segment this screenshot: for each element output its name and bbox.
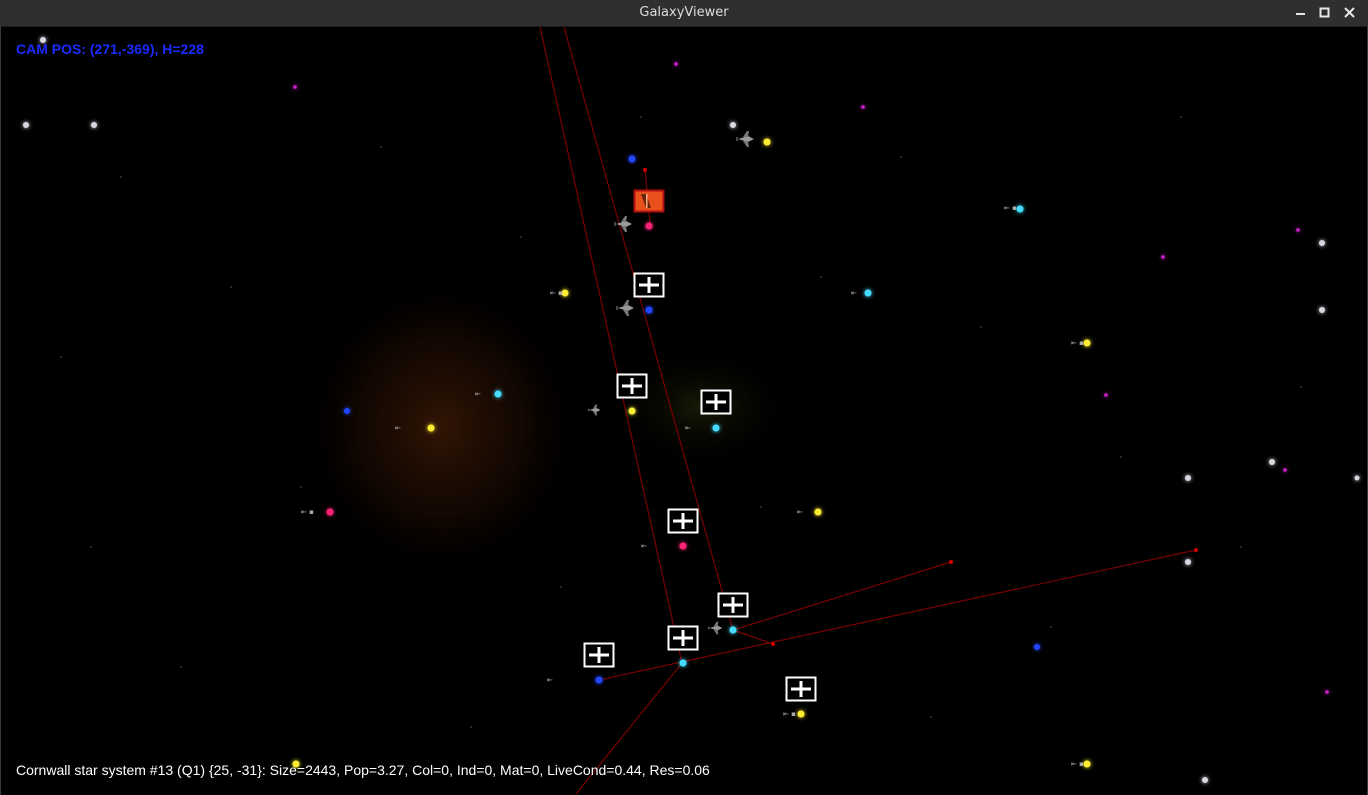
star-white[interactable] bbox=[1354, 475, 1360, 481]
star-blue[interactable] bbox=[344, 408, 350, 414]
galaxy-map-viewport[interactable]: ⇤ ▪ ⇤ ⇤ ▪ ⇤ ▪ ⇤ ⇤ ⇤ ⇤ ▪ ⇤ ⇤ ⇤ ⇤ ▪ ⇤ ▪ CA… bbox=[1, 27, 1367, 794]
fleet-marker[interactable]: ⇤ bbox=[851, 289, 857, 297]
close-button[interactable] bbox=[1341, 4, 1359, 22]
star-white[interactable] bbox=[91, 122, 97, 128]
galaxy-viewer-window: GalaxyViewer ⇤ ▪ ⇤ ⇤ ▪ ⇤ ▪ ⇤ ⇤ ⇤ ⇤ ▪ ⇤ ⇤… bbox=[0, 0, 1368, 795]
title-bar[interactable]: GalaxyViewer bbox=[0, 0, 1368, 27]
fighter-ship-icon[interactable] bbox=[587, 404, 601, 416]
star-purple[interactable] bbox=[1296, 228, 1300, 232]
fleet-marker[interactable]: ⇤ bbox=[797, 508, 803, 516]
fleet-marker[interactable]: ⇤ bbox=[641, 542, 647, 550]
fleet-marker[interactable]: ⇤ ▪ bbox=[1004, 204, 1017, 212]
star-magenta[interactable] bbox=[326, 508, 334, 516]
star-white[interactable] bbox=[1319, 240, 1325, 246]
camera-position-readout: CAM POS: (271,-369), H=228 bbox=[16, 41, 204, 57]
plus-box-icon[interactable] bbox=[616, 373, 648, 399]
star-yellow[interactable] bbox=[628, 407, 636, 415]
fighter-ship-icon[interactable] bbox=[707, 621, 723, 635]
fleet-marker[interactable]: ⇤ bbox=[547, 676, 553, 684]
route-line bbox=[598, 549, 1197, 681]
plus-box-icon[interactable] bbox=[583, 642, 615, 668]
selected-system-status: Cornwall star system #13 (Q1) {25, -31}:… bbox=[16, 762, 710, 778]
plus-box-icon[interactable] bbox=[700, 389, 732, 415]
star-yellow[interactable] bbox=[797, 710, 805, 718]
star-yellow[interactable] bbox=[1083, 339, 1091, 347]
plus-box-icon[interactable] bbox=[667, 625, 699, 651]
route-waypoint bbox=[643, 168, 647, 172]
maximize-icon bbox=[1319, 7, 1330, 18]
fleet-marker[interactable]: ⇤ ▪ bbox=[550, 289, 563, 297]
plus-box-icon[interactable] bbox=[667, 508, 699, 534]
route-line bbox=[732, 561, 952, 631]
star-white[interactable] bbox=[1185, 475, 1191, 481]
star-purple[interactable] bbox=[1325, 690, 1329, 694]
star-cyan[interactable] bbox=[1016, 205, 1024, 213]
minimize-button[interactable] bbox=[1292, 4, 1310, 22]
star-magenta[interactable] bbox=[679, 542, 687, 550]
star-yellow[interactable] bbox=[427, 424, 435, 432]
star-white[interactable] bbox=[1319, 307, 1325, 313]
route-waypoint bbox=[949, 560, 953, 564]
plus-box-icon[interactable] bbox=[785, 676, 817, 702]
fleet-marker[interactable]: ⇤ bbox=[685, 424, 691, 432]
star-cyan[interactable] bbox=[712, 424, 720, 432]
star-blue[interactable] bbox=[645, 306, 653, 314]
fleet-marker[interactable]: ⇤ ▪ bbox=[301, 508, 314, 516]
galaxy-scene[interactable]: ⇤ ▪ ⇤ ⇤ ▪ ⇤ ▪ ⇤ ⇤ ⇤ ⇤ ▪ ⇤ ⇤ ⇤ ⇤ ▪ ⇤ ▪ bbox=[1, 27, 1367, 794]
star-purple[interactable] bbox=[861, 105, 865, 109]
star-purple[interactable] bbox=[1104, 393, 1108, 397]
minimize-icon bbox=[1296, 13, 1305, 15]
fleet-marker[interactable]: ⇤ ▪ bbox=[1071, 760, 1084, 768]
star-cyan[interactable] bbox=[494, 390, 502, 398]
star-purple[interactable] bbox=[1283, 468, 1287, 472]
flag-icon[interactable] bbox=[633, 189, 665, 213]
star-white[interactable] bbox=[23, 122, 29, 128]
star-magenta[interactable] bbox=[645, 222, 653, 230]
window-title: GalaxyViewer bbox=[639, 5, 729, 20]
star-blue[interactable] bbox=[628, 155, 636, 163]
fighter-ship-icon[interactable] bbox=[735, 130, 755, 148]
star-blue[interactable] bbox=[595, 676, 603, 684]
fleet-marker[interactable]: ⇤ bbox=[395, 424, 401, 432]
maximize-button[interactable] bbox=[1316, 4, 1334, 22]
fleet-marker[interactable]: ⇤ ▪ bbox=[783, 710, 796, 718]
star-cyan[interactable] bbox=[864, 289, 872, 297]
star-purple[interactable] bbox=[1161, 255, 1165, 259]
plus-box-icon[interactable] bbox=[633, 272, 665, 298]
star-cyan[interactable] bbox=[679, 659, 687, 667]
star-white[interactable] bbox=[1269, 459, 1275, 465]
nebula-orange bbox=[301, 277, 581, 577]
fleet-marker[interactable]: ⇤ bbox=[475, 390, 481, 398]
star-white[interactable] bbox=[1202, 777, 1208, 783]
star-white[interactable] bbox=[730, 122, 736, 128]
star-purple[interactable] bbox=[674, 62, 678, 66]
star-purple[interactable] bbox=[293, 85, 297, 89]
star-yellow[interactable] bbox=[763, 138, 771, 146]
route-line bbox=[732, 629, 774, 645]
fleet-marker[interactable]: ⇤ ▪ bbox=[1071, 339, 1084, 347]
star-yellow[interactable] bbox=[1083, 760, 1091, 768]
route-line bbox=[563, 27, 734, 631]
star-white[interactable] bbox=[1185, 559, 1191, 565]
close-icon bbox=[1344, 7, 1355, 18]
route-waypoint bbox=[1194, 548, 1198, 552]
plus-box-icon[interactable] bbox=[717, 592, 749, 618]
star-blue[interactable] bbox=[1034, 644, 1040, 650]
fighter-ship-icon[interactable] bbox=[615, 299, 635, 317]
star-yellow[interactable] bbox=[814, 508, 822, 516]
route-waypoint bbox=[771, 642, 775, 646]
star-cyan[interactable] bbox=[729, 626, 737, 634]
route-line bbox=[539, 27, 683, 664]
fighter-ship-icon[interactable] bbox=[613, 215, 633, 233]
